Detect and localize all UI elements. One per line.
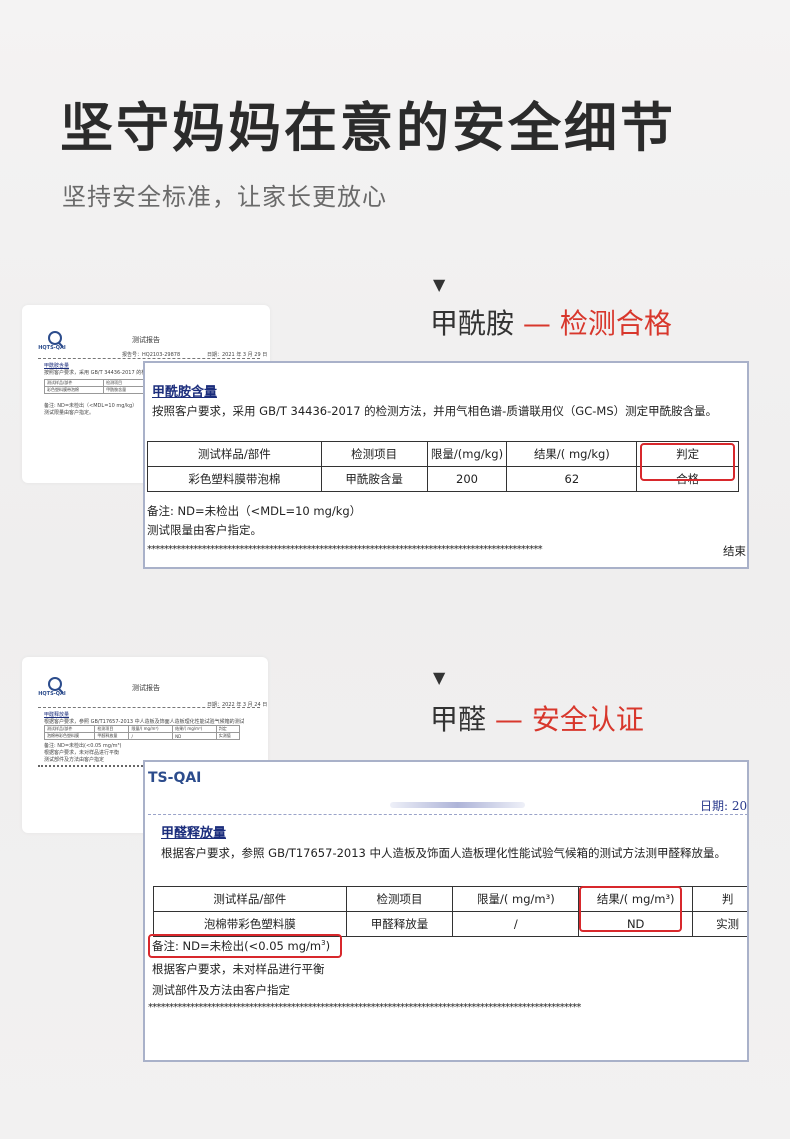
down-arrow-icon: ▼ [433,275,446,294]
thumb-note2: 测试限量由客户指定。 [44,410,95,416]
thumb-note1: 备注: ND=未检出（<MDL=10 mg/kg） [44,403,138,409]
table-cell: 彩色塑料膜带泡棉 [147,466,322,492]
section2-heading-status: — 安全认证 [494,703,644,736]
highlight-box [579,886,682,932]
thumb-cell: 泡棉带彩色塑料膜 [43,732,96,740]
thumb-cell: ND [172,732,217,740]
hqts-logo-icon: HQTS-QAI [38,331,66,351]
thumb-cell: 检测项目 [94,725,130,733]
thumb-table: 测试样品/部件 检测项目 彩色塑料膜带泡棉 甲酰胺含量 [43,379,144,394]
thumb-cell: 限量/( mg/m³) [128,725,174,733]
zoom-date: 日期: 202 [700,799,748,813]
section1-heading-item: 甲酰胺 [430,307,515,340]
thumb-cell: 甲酰胺含量 [103,386,144,394]
thumb-note1: 备注: ND=未检出(<0.05 mg/m³) [44,743,122,749]
table-header-cell: 检测项目 [320,441,428,467]
hqts-logo-icon: HQTS-QAI [38,677,66,697]
thumb-title: 测试报告 [132,684,160,692]
zoom-note3: 测试部件及方法由客户指定 [152,983,290,997]
zoom-brand: TS-QAI [148,770,202,786]
thumb-cell: 检测项目 [103,379,144,387]
table-header-cell: 测试样品/部件 [147,441,322,467]
thumb-cell: 甲醛释放量 [94,732,130,740]
table-cell: 实测 [692,911,747,937]
section1-heading-status: — 检测合格 [522,307,672,340]
thumb-note3: 测试部件及方法由客户指定 [44,757,105,763]
table-header-cell: 判 [692,886,747,912]
zoom-intro: 按照客户要求，采用 GB/T 34436-2017 的检测方法，并用气相色谱-质… [152,404,718,418]
page-title: 坚守妈妈在意的安全细节 [60,98,676,159]
thumb-report-no: 报告号：HQ2103-29878 [122,352,181,358]
report-zoom-1: 甲酰胺含量 按照客户要求，采用 GB/T 34436-2017 的检测方法，并用… [143,361,749,569]
zoom-note1: 备注: ND=未检出（<MDL=10 mg/kg） [147,504,362,518]
thumb-cell: 判定 [215,725,241,733]
report-zoom-2: TS-QAI 日期: 202 甲醛释放量 根据客户要求，参照 GB/T17657… [143,760,749,1062]
table-header-cell: 检测项目 [345,886,454,912]
zoom-stars: ****************************************… [148,1002,581,1013]
thumb-section: 甲酰胺含量 [44,363,70,369]
table-cell: 甲酰胺含量 [320,466,428,492]
thumb-cell: 彩色塑料膜带泡棉 [43,386,105,394]
thumb-cell: 结果/( mg/m³) [172,725,217,733]
table-cell: 200 [426,466,508,492]
table-cell: 甲醛释放量 [345,911,454,937]
blurred-text [390,802,525,808]
table-header-cell: 测试样品/部件 [153,886,347,912]
table-cell: 泡棉带彩色塑料膜 [153,911,347,937]
thumb-title: 测试报告 [132,336,160,344]
zoom-end: 结束 [723,544,746,558]
table-header-cell: 限量/( mg/m³) [452,886,580,912]
thumb-intro: 按照客户要求，采用 GB/T 34436-2017 的检测方法，并用气相色谱-质… [44,370,144,376]
zoom-note2: 根据客户要求，未对样品进行平衡 [152,962,325,976]
table-header-cell: 限量/(mg/kg) [426,441,508,467]
zoom-intro: 根据客户要求，参照 GB/T17657-2013 中人造板及饰面人造板理化性能试… [161,846,727,860]
thumb-date: 日期：2021 年 3 月 29 日 [207,352,268,358]
highlight-box [148,934,342,958]
thumb-cell: 测试样品/部件 [43,379,105,387]
table-header-cell: 结果/( mg/kg) [506,441,638,467]
thumb-intro: 根据客户要求，参照 GB/T17657-2013 中人造板及饰面人造板理化性能试… [44,719,244,725]
highlight-box [640,443,735,481]
thumb-cell: 测试样品/部件 [43,725,96,733]
table-cell: 62 [506,466,638,492]
zoom-note2: 测试限量由客户指定。 [147,523,262,537]
thumb-cell: / [128,732,174,740]
zoom-section-title: 甲醛释放量 [161,826,227,841]
down-arrow-icon: ▼ [433,668,446,687]
page-subtitle: 坚持安全标准，让家长更放心 [62,183,387,211]
thumb-cell: 实测值 [215,732,241,740]
thumb-note2: 根据客户要求，未对样品进行平衡 [44,750,120,756]
section1-heading: 甲酰胺 — 检测合格 [430,302,672,342]
table-cell: / [452,911,580,937]
zoom-stars: ****************************************… [147,544,543,555]
thumb-section: 甲醛释放量 [44,712,70,718]
section2-heading: 甲醛 — 安全认证 [430,698,644,738]
section2-heading-item: 甲醛 [430,703,487,736]
zoom-section-title: 甲酰胺含量 [152,385,218,400]
thumb-table: 测试样品/部件 检测项目 限量/( mg/m³) 结果/( mg/m³) 判定 … [43,725,241,740]
